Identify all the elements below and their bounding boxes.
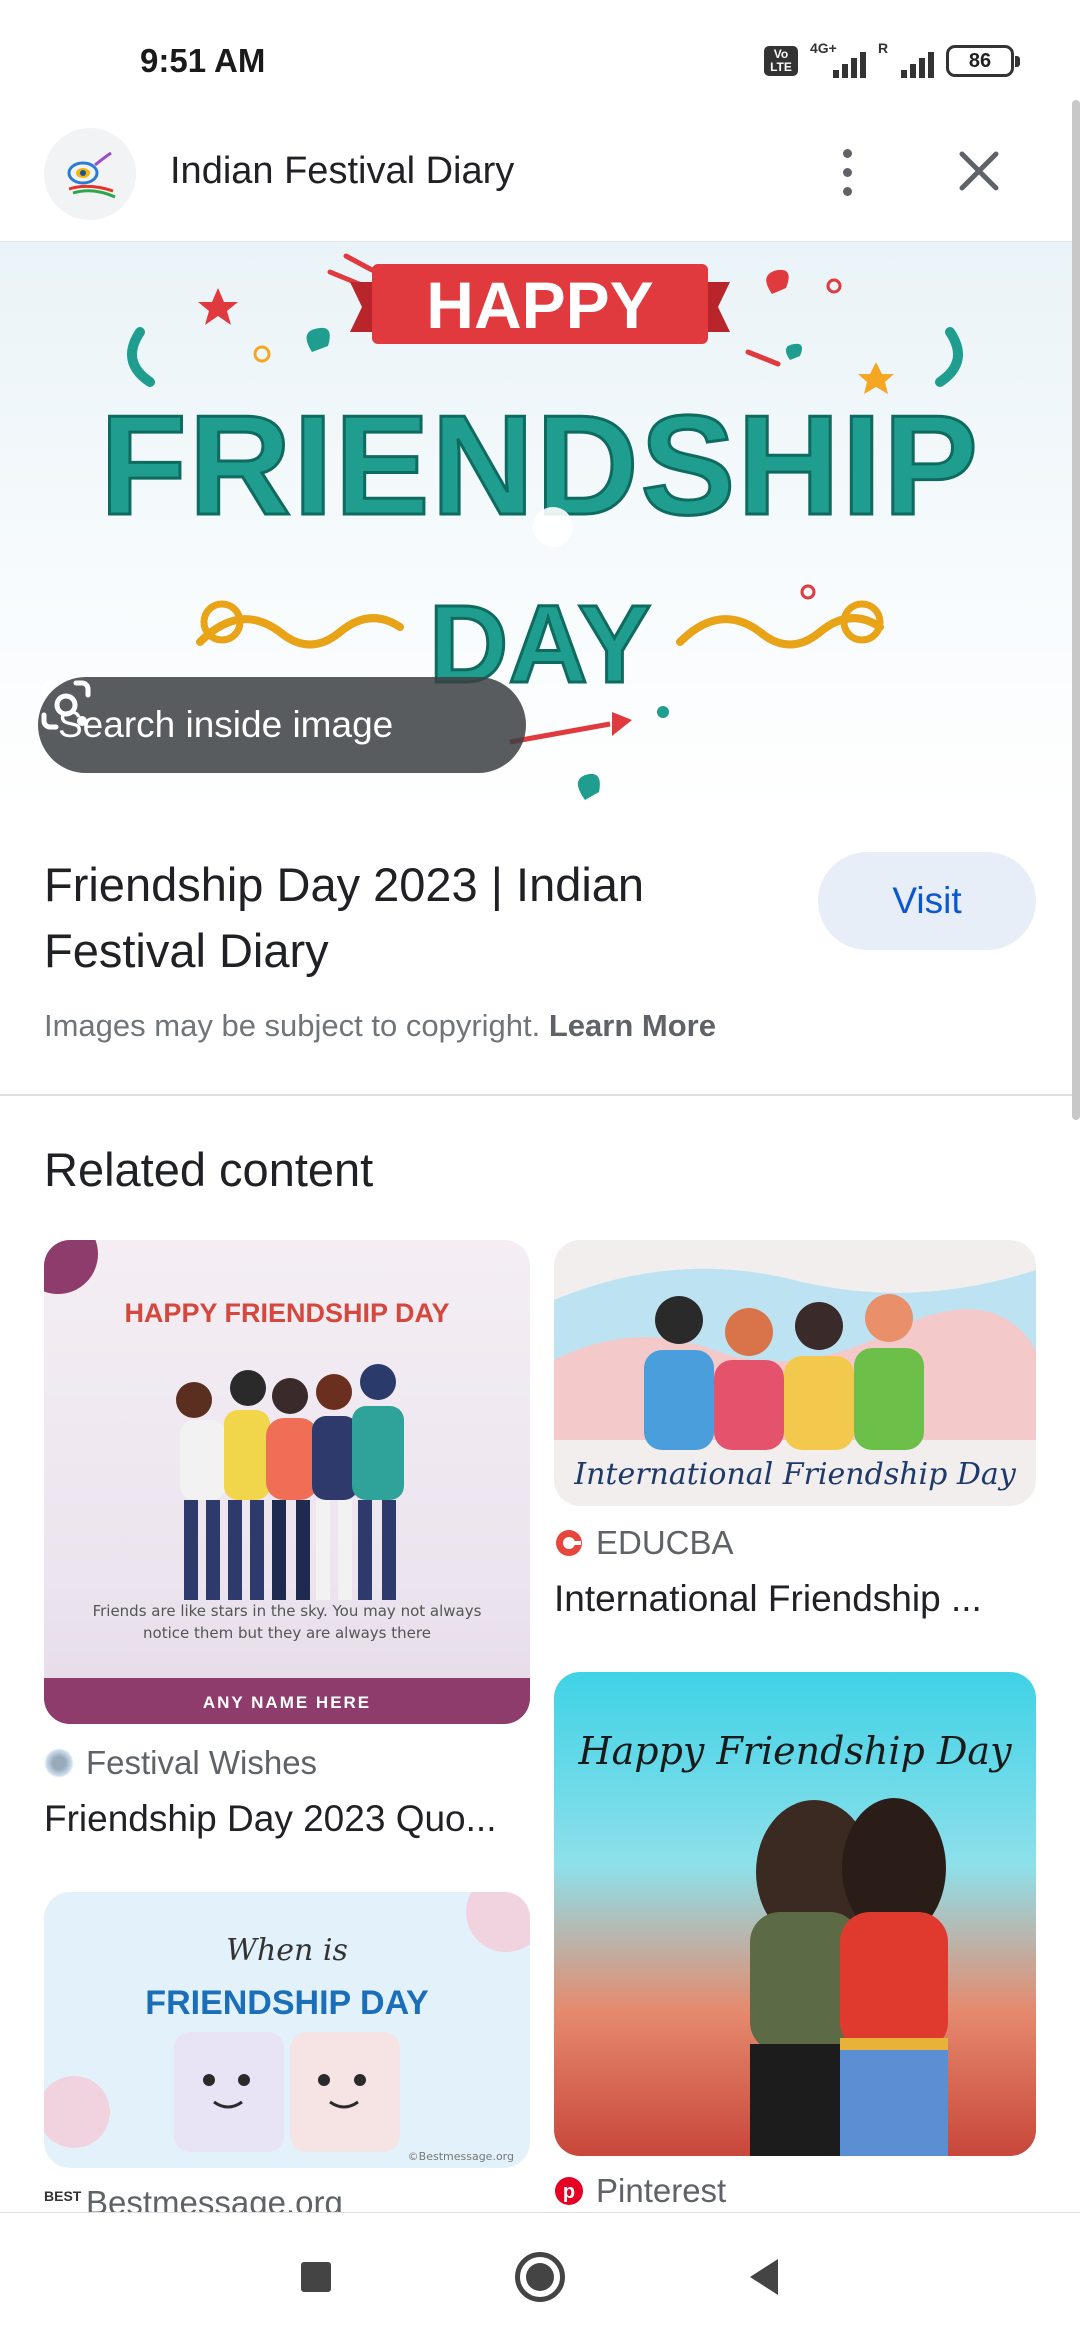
peacock-feather-icon xyxy=(67,151,116,199)
card4-image-text: Happy Friendship Day xyxy=(577,1729,1012,1773)
close-icon[interactable] xyxy=(950,142,1008,200)
card2-image-text: International Friendship Day xyxy=(573,1457,1017,1492)
lens-icon xyxy=(41,680,91,730)
scrollbar[interactable] xyxy=(1072,100,1080,1120)
related-card-source-label-4: Pinterest xyxy=(596,2172,727,2209)
back-triangle-icon[interactable] xyxy=(734,2247,794,2307)
related-card-source-label-1: Festival Wishes xyxy=(86,1744,318,1781)
battery-icon: 86 xyxy=(946,45,1020,77)
related-content-heading: Related content xyxy=(44,1143,374,1196)
related-card-caption-1[interactable]: Friendship Day 2023 Quo... xyxy=(44,1798,496,1840)
related-card-source-1[interactable]: Festival Wishes xyxy=(44,1744,317,1782)
visit-button[interactable]: Visit xyxy=(818,852,1036,950)
signal-roaming-icon: R xyxy=(878,40,934,78)
friends-group-illustration: HAPPY FRIENDSHIP DAY Friends are like st… xyxy=(44,1240,530,1724)
svg-text:p: p xyxy=(563,2181,575,2203)
result-title[interactable]: Friendship Day 2023 | Indian Festival Di… xyxy=(44,852,744,984)
friends-hugging-illustration: International Friendship Day xyxy=(554,1268,1036,1492)
site-header: Indian Festival Diary xyxy=(0,120,1080,242)
site-logo[interactable] xyxy=(44,128,136,220)
system-nav-bar xyxy=(0,2212,1080,2340)
related-card-image-2[interactable]: International Friendship Day xyxy=(554,1240,1036,1506)
related-card-source-4[interactable]: p Pinterest xyxy=(554,2172,726,2210)
more-vert-icon[interactable] xyxy=(830,142,864,202)
card1-footer-text: ANY NAME HERE xyxy=(203,1693,371,1712)
status-time: 9:51 AM xyxy=(140,42,266,79)
signal-4g-icon: 4G+ xyxy=(810,40,866,78)
copyright-notice: Images may be subject to copyright. Lear… xyxy=(44,1008,716,1044)
roaming-label: R xyxy=(878,40,889,56)
related-card-image-1[interactable]: HAPPY FRIENDSHIP DAY Friends are like st… xyxy=(44,1240,530,1724)
search-inside-image-button[interactable]: Search inside image xyxy=(38,677,526,773)
related-card-source-2[interactable]: EDUCBA xyxy=(554,1524,734,1562)
card1-quote-text: Friends are like stars in the sky. You m… xyxy=(92,1602,482,1642)
card3-image-text-main: FRIENDSHIP DAY xyxy=(145,1984,429,2022)
status-icons: Vo LTE 4G+ R 86 xyxy=(764,40,1020,78)
educba-icon xyxy=(554,1528,584,1558)
two-friends-illustration: Happy Friendship Day xyxy=(577,1729,1012,2156)
home-circle-icon[interactable] xyxy=(510,2247,570,2307)
image-text-happy: HAPPY xyxy=(426,268,653,342)
festival-wishes-icon xyxy=(44,1748,74,1778)
volte-icon: Vo LTE xyxy=(764,46,798,76)
card3-credit-text: ©Bestmessage.org xyxy=(408,2150,514,2163)
card1-heading-text: HAPPY FRIENDSHIP DAY xyxy=(124,1298,449,1328)
divider xyxy=(0,1094,1080,1096)
related-card-image-4[interactable]: Happy Friendship Day xyxy=(554,1672,1036,2156)
learn-more-link[interactable]: Learn More xyxy=(549,1008,716,1043)
status-bar: 9:51 AM Vo LTE 4G+ R 86 xyxy=(0,0,1080,120)
related-card-image-3[interactable]: When is FRIENDSHIP DAY ©Bestmessage.org xyxy=(44,1892,530,2168)
mugs-illustration: When is FRIENDSHIP DAY ©Bestmessage.org xyxy=(44,1892,530,2163)
copyright-text: Images may be subject to copyright. xyxy=(44,1008,541,1043)
recents-square-icon[interactable] xyxy=(286,2247,346,2307)
hero-image[interactable]: HAPPY FRIENDSHIP DAY Search inside image xyxy=(0,242,1080,810)
card3-image-text-top: When is xyxy=(226,1933,348,1968)
pinterest-icon: p xyxy=(554,2176,584,2206)
search-inside-image-label: Search inside image xyxy=(58,704,394,745)
site-title[interactable]: Indian Festival Diary xyxy=(170,150,514,193)
related-card-caption-2[interactable]: International Friendship ... xyxy=(554,1578,982,1620)
related-card-source-label-2: EDUCBA xyxy=(596,1524,734,1561)
